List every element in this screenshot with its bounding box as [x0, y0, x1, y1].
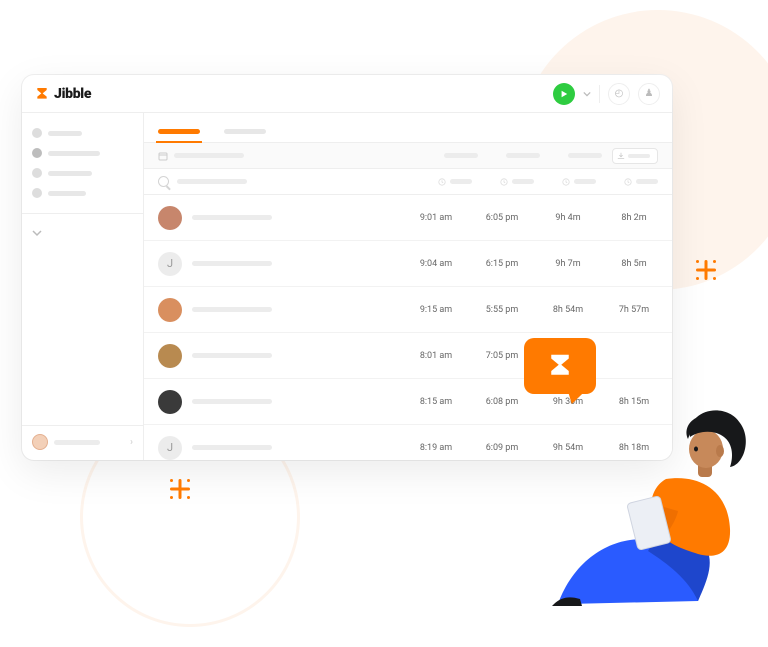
hourglass-icon [545, 351, 575, 381]
cell-tracked: 9h 4m [544, 213, 592, 223]
titlebar: Jibble ◴ ♟ [22, 75, 672, 113]
cell-out: 6:15 pm [478, 259, 526, 269]
sidebar-item[interactable] [32, 183, 133, 203]
cell-in: 8:19 am [412, 443, 460, 453]
sidebar-footer-user[interactable]: › [22, 425, 143, 450]
hourglass-icon [34, 86, 50, 102]
cell-out: 6:05 pm [478, 213, 526, 223]
cell-in: 8:01 am [412, 351, 460, 361]
toolbar [144, 143, 672, 169]
avatar: J [158, 436, 182, 460]
history-button[interactable]: ◴ [608, 83, 630, 105]
cell-out: 6:08 pm [478, 397, 526, 407]
person-illustration [548, 379, 758, 609]
cell-tracked: 8h 54m [544, 305, 592, 315]
cell-worked: 8h 5m [610, 259, 658, 269]
cell-worked [610, 351, 658, 361]
search-row [144, 169, 672, 195]
sidebar: › [22, 113, 144, 460]
avatar [158, 206, 182, 230]
name-placeholder [192, 445, 412, 450]
calendar-icon[interactable] [158, 151, 168, 161]
start-timer-button[interactable] [553, 83, 575, 105]
table-row[interactable]: 9:01 am 6:05 pm 9h 4m 8h 2m [144, 195, 672, 241]
name-placeholder [192, 353, 412, 358]
divider [599, 85, 600, 103]
chevron-right-icon: › [130, 437, 133, 448]
name-placeholder [192, 399, 412, 404]
name-placeholder [192, 261, 412, 266]
clock-icon [624, 178, 632, 186]
speech-bubble [524, 338, 596, 394]
chevron-down-icon[interactable] [583, 90, 591, 98]
table-row[interactable]: 9:15 am 5:55 pm 8h 54m 7h 57m [144, 287, 672, 333]
search-icon[interactable] [158, 176, 169, 187]
avatar [158, 298, 182, 322]
cell-out: 5:55 pm [478, 305, 526, 315]
cell-in: 8:15 am [412, 397, 460, 407]
team-button[interactable]: ♟ [638, 83, 660, 105]
clock-icon [562, 178, 570, 186]
cell-tracked: 9h 7m [544, 259, 592, 269]
download-icon [617, 152, 625, 160]
avatar [32, 434, 48, 450]
cell-out: 7:05 pm [478, 351, 526, 361]
cell-in: 9:04 am [412, 259, 460, 269]
sidebar-item[interactable] [32, 163, 133, 183]
table-row[interactable]: J 9:04 am 6:15 pm 9h 7m 8h 5m [144, 241, 672, 287]
tab[interactable] [224, 129, 266, 134]
clock-icon [500, 178, 508, 186]
sidebar-item[interactable] [32, 123, 133, 143]
brand-name: Jibble [54, 86, 91, 102]
cell-in: 9:01 am [412, 213, 460, 223]
brand-logo: Jibble [34, 86, 91, 102]
collapse-toggle[interactable] [32, 224, 133, 242]
cell-worked: 7h 57m [610, 305, 658, 315]
name-placeholder [192, 215, 412, 220]
avatar [158, 344, 182, 368]
cell-worked: 8h 2m [610, 213, 658, 223]
cell-in: 9:15 am [412, 305, 460, 315]
tab[interactable] [158, 129, 200, 134]
cell-out: 6:09 pm [478, 443, 526, 453]
tabs [144, 113, 672, 143]
export-button[interactable] [612, 148, 658, 164]
chevron-down-icon [32, 228, 42, 238]
sparkle-icon [170, 479, 190, 499]
divider [22, 213, 143, 214]
sidebar-item[interactable] [32, 143, 133, 163]
avatar [158, 390, 182, 414]
name-placeholder [192, 307, 412, 312]
avatar: J [158, 252, 182, 276]
sparkle-icon [696, 260, 716, 280]
clock-icon [438, 178, 446, 186]
